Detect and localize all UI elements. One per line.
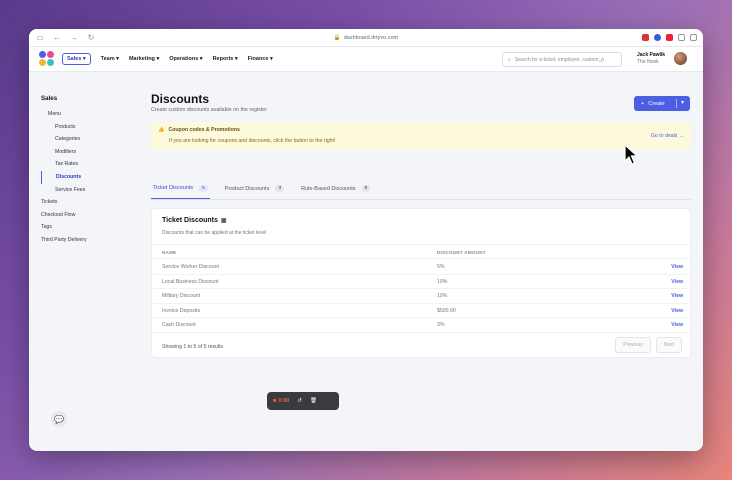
- card-subtitle: Discounts that can be applied at the tic…: [162, 230, 267, 236]
- forward-icon[interactable]: →: [69, 33, 79, 42]
- create-button[interactable]: + Create ▾: [634, 96, 690, 111]
- discount-name: Local Business Discount: [162, 278, 219, 285]
- nav-sales[interactable]: Sales ▾: [62, 53, 91, 65]
- recording-toolbar: ■ 0:00 ↺ 🗑: [267, 392, 339, 410]
- search-input[interactable]: ⌕ Search for a ticket, employee, custom_…: [502, 52, 622, 67]
- mouse-cursor-icon: [624, 144, 638, 165]
- table-row: Cash Discount 3% View: [152, 318, 692, 333]
- discount-amount: 10%: [437, 293, 448, 300]
- nav-team[interactable]: Team ▾: [101, 56, 119, 62]
- sidebar-item-service-fees[interactable]: Service Fees: [41, 184, 141, 197]
- chevron-down-icon[interactable]: ▾: [681, 99, 684, 106]
- sidebar-item-third-party-delivery[interactable]: Third Party Delivery: [41, 234, 141, 247]
- sidebar-item-menu[interactable]: Menu: [41, 108, 141, 121]
- nav-finance[interactable]: Finance ▾: [248, 56, 273, 62]
- app-logo[interactable]: [39, 51, 55, 67]
- nav-operations[interactable]: Operations ▾: [169, 56, 202, 62]
- discount-name: Invoice Deposits: [162, 307, 201, 314]
- sidebar-item-modifiers[interactable]: Modifiers: [41, 146, 141, 159]
- sidebar-item-tickets[interactable]: Tickets: [41, 196, 141, 209]
- sidebar-item-checkout-flow[interactable]: Checkout Flow: [41, 209, 141, 222]
- sidebar-right-icon[interactable]: [690, 34, 697, 41]
- previous-button[interactable]: Previous: [615, 337, 651, 353]
- table-row: Invoice Deposits $500.00 View: [152, 304, 692, 319]
- browser-window: ▭ ← → ↻ 🔒 dashboard.drtyvo.com Sales ▾ T…: [29, 29, 703, 451]
- table-header: NAME DISCOUNT AMOUNT: [152, 244, 692, 259]
- promo-banner: 👍 Coupon codes & Promotions If you are l…: [151, 122, 691, 150]
- discount-tabs: Ticket Discounts 5 Product Discounts 3 Rul…: [151, 183, 691, 200]
- nav-reports[interactable]: Reports ▾: [213, 56, 238, 62]
- extension-icon[interactable]: [654, 34, 661, 41]
- table-row: Local Business Discount 10% View: [152, 275, 692, 290]
- table-row: Service Worker Discount 5% View: [152, 260, 692, 275]
- stop-recording-button[interactable]: ■ 0:00: [273, 398, 289, 404]
- view-link[interactable]: View: [671, 308, 683, 314]
- table-row: Military Discount 10% View: [152, 289, 692, 304]
- reload-icon[interactable]: ↻: [86, 33, 96, 42]
- results-count: Showing 1 to 5 of 5 results: [162, 344, 224, 350]
- user-name: Jack Pawlik: [637, 52, 666, 58]
- app-header: Sales ▾ Team ▾ Marketing ▾ Operations ▾ …: [29, 47, 703, 72]
- discount-amount: 3%: [437, 322, 445, 329]
- top-nav: Sales ▾ Team ▾ Marketing ▾ Operations ▾ …: [62, 53, 273, 65]
- url-text: dashboard.drtyvo.com: [343, 34, 399, 41]
- sidebar-item-categories[interactable]: Categories: [41, 133, 141, 146]
- tab-product-discounts[interactable]: Product Discounts 3: [223, 183, 286, 199]
- lock-icon: 🔒: [333, 34, 341, 41]
- next-button[interactable]: Next: [655, 337, 682, 353]
- view-link[interactable]: View: [671, 293, 683, 299]
- sidebar-item-tax-rates[interactable]: Tax Rates: [41, 158, 141, 171]
- discount-name: Cash Discount: [162, 322, 196, 329]
- plus-icon: +: [641, 100, 645, 107]
- view-link[interactable]: View: [671, 279, 683, 285]
- stop-icon: ■: [273, 398, 277, 404]
- extension-icon[interactable]: [666, 34, 673, 41]
- address-bar[interactable]: 🔒 dashboard.drtyvo.com: [334, 35, 398, 41]
- ticket-discounts-card: Ticket Discounts ▣ Discounts that can be…: [151, 208, 692, 358]
- discount-name: Military Discount: [162, 293, 201, 300]
- thumbs-up-icon: 👍: [158, 127, 165, 133]
- sidebar: Sales Menu Products Categories Modifiers Tax…: [41, 95, 141, 247]
- page-subtitle: Create custom discounts available on the…: [151, 107, 268, 113]
- sidebar-item-products[interactable]: Products: [41, 121, 141, 134]
- go-to-deals-link[interactable]: Go to deals →: [651, 133, 684, 139]
- card-title: Ticket Discounts ▣: [162, 217, 227, 224]
- discount-amount: 5%: [437, 264, 445, 270]
- trash-icon[interactable]: 🗑: [310, 398, 317, 404]
- avatar[interactable]: [674, 52, 687, 65]
- chat-icon[interactable]: 💬: [51, 411, 67, 427]
- sidebar-toggle-icon[interactable]: ▭: [35, 33, 45, 42]
- pagination: Previous Next: [615, 337, 682, 353]
- discount-amount: $500.00: [437, 307, 456, 314]
- user-menu[interactable]: Jack Pawlik The Nook: [637, 52, 665, 65]
- user-org: The Nook: [637, 59, 659, 65]
- sidebar-title: Sales: [41, 95, 58, 102]
- nav-marketing[interactable]: Marketing ▾: [129, 56, 159, 62]
- sidebar-item-tags[interactable]: Tags: [41, 221, 141, 234]
- view-link[interactable]: View: [671, 322, 683, 328]
- extension-icon[interactable]: [678, 34, 685, 41]
- browser-toolbar: ▭ ← → ↻ 🔒 dashboard.drtyvo.com: [29, 29, 703, 47]
- discount-name: Service Worker Discount: [162, 264, 219, 270]
- extension-icon[interactable]: [642, 34, 649, 41]
- search-icon: ⌕: [508, 56, 511, 63]
- page-title: Discounts: [151, 92, 210, 106]
- info-icon[interactable]: ▣: [221, 217, 227, 224]
- tab-rule-based-discounts[interactable]: Rule-Based Discounts 0: [299, 183, 372, 199]
- sidebar-item-discounts[interactable]: Discounts: [41, 170, 141, 184]
- main-content: Discounts Create custom discounts availa…: [151, 92, 692, 358]
- view-link[interactable]: View: [671, 264, 683, 270]
- back-icon[interactable]: ←: [52, 33, 62, 42]
- discount-amount: 10%: [437, 278, 448, 285]
- restart-icon[interactable]: ↺: [297, 398, 302, 404]
- tab-ticket-discounts[interactable]: Ticket Discounts 5: [151, 183, 210, 199]
